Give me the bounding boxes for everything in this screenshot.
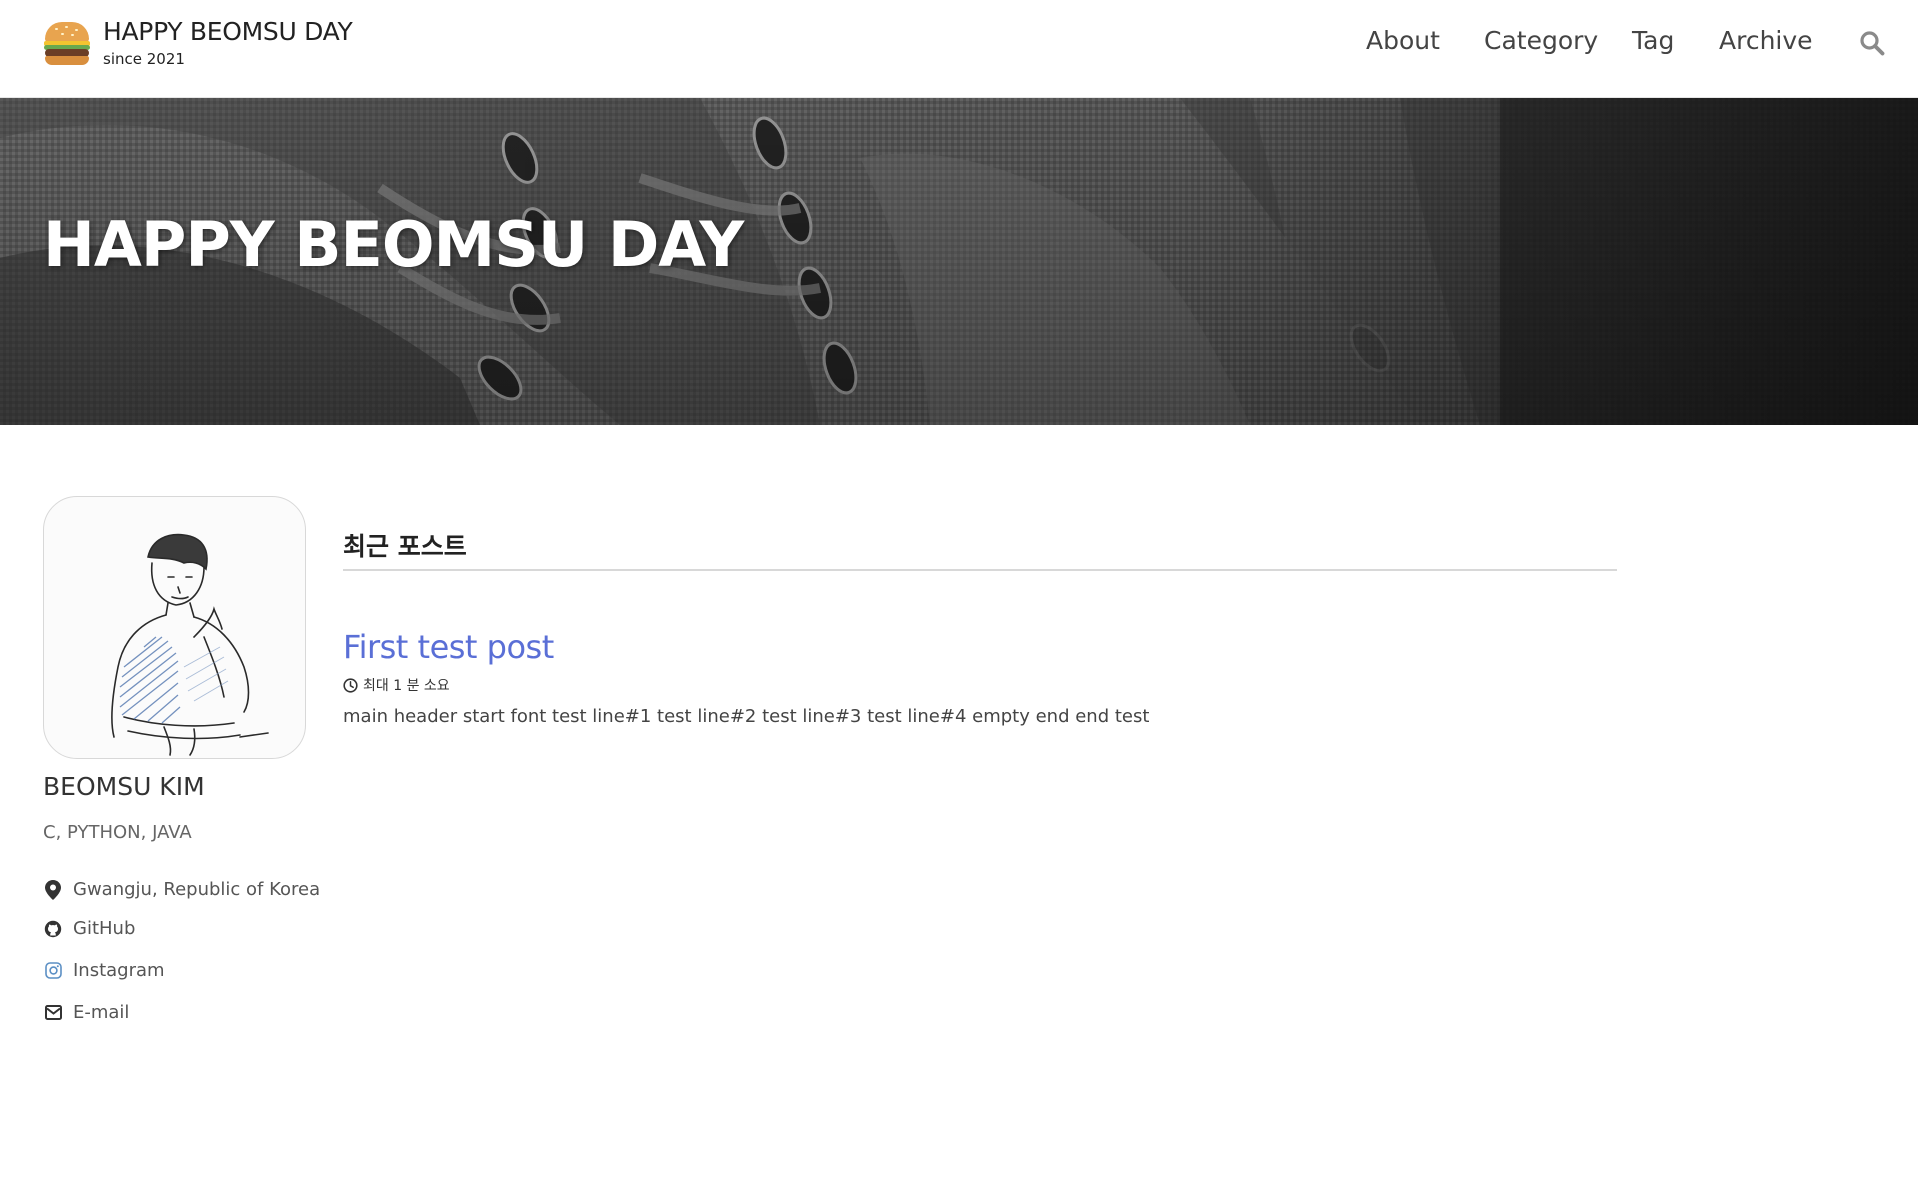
envelope-icon	[43, 1003, 63, 1023]
author-location-label: Gwangju, Republic of Korea	[73, 879, 321, 900]
nav-tag[interactable]: Tag	[1632, 26, 1674, 55]
nav-about[interactable]: About	[1366, 26, 1440, 55]
hero-title: HAPPY BEOMSU DAY	[43, 208, 744, 281]
author-github-label[interactable]: GitHub	[73, 918, 135, 939]
avatar	[43, 496, 306, 759]
hero-banner: HAPPY BEOMSU DAY	[0, 98, 1918, 425]
author-name: BEOMSU KIM	[43, 772, 205, 801]
github-icon	[43, 919, 63, 939]
author-email-link[interactable]: E-mail	[43, 1002, 129, 1023]
author-github-link[interactable]: GitHub	[43, 918, 135, 939]
site-since: since 2021	[103, 50, 185, 68]
author-bio: C, PYTHON, JAVA	[43, 822, 192, 843]
map-marker-icon	[43, 879, 63, 900]
recent-posts-heading: 최근 포스트	[343, 532, 467, 561]
section-divider	[343, 569, 1617, 571]
author-instagram-label[interactable]: Instagram	[73, 960, 165, 981]
site-brand-link[interactable]: HAPPY BEOMSU DAY since 2021	[43, 17, 353, 69]
site-title[interactable]: HAPPY BEOMSU DAY	[103, 17, 353, 47]
post-read-time: 최대 1 분 소요	[363, 678, 450, 694]
author-location: Gwangju, Republic of Korea	[43, 879, 320, 900]
masthead: HAPPY BEOMSU DAY since 2021 About Catego…	[0, 0, 1918, 98]
nav-archive[interactable]: Archive	[1719, 26, 1813, 55]
clock-icon	[343, 677, 358, 693]
post-title-link[interactable]: First test post	[343, 628, 554, 666]
post-meta: 최대 1 분 소요	[343, 675, 450, 695]
avatar-sketch-image	[111, 533, 269, 756]
post-excerpt: main header start font test line#1 test …	[343, 706, 1150, 727]
nav-category[interactable]: Category	[1484, 26, 1598, 55]
author-instagram-link[interactable]: Instagram	[43, 960, 165, 981]
hamburger-icon	[43, 19, 91, 67]
search-icon[interactable]	[1859, 30, 1885, 56]
author-email-label[interactable]: E-mail	[73, 1002, 129, 1023]
instagram-icon	[43, 961, 63, 981]
